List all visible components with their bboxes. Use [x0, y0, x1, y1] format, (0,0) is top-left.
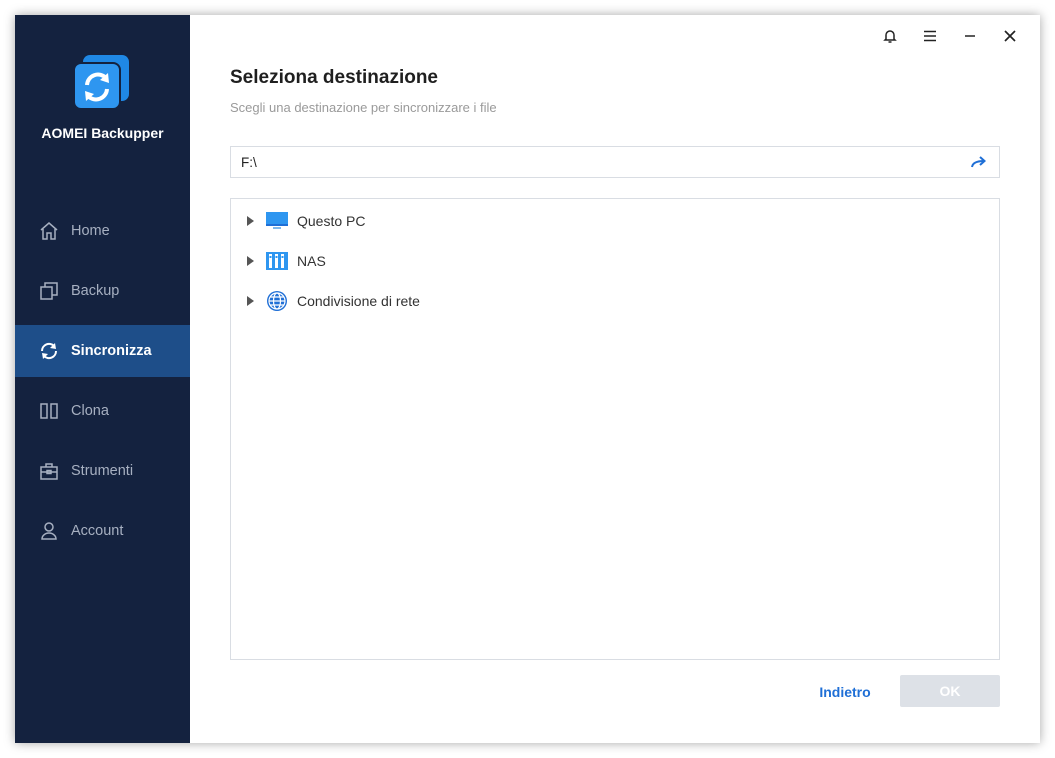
minimize-button[interactable] [952, 25, 988, 47]
back-button[interactable]: Indietro [800, 680, 890, 704]
tree-item-this-pc[interactable]: Questo PC [245, 209, 365, 233]
main-content: Seleziona destinazione Scegli una destin… [190, 15, 1040, 743]
tree-item-nas[interactable]: NAS [245, 249, 326, 273]
backup-icon [40, 282, 58, 300]
minimize-icon [965, 35, 975, 37]
clone-icon [40, 403, 58, 419]
expand-arrow-icon[interactable] [245, 296, 255, 306]
sidebar-item-label: Backup [71, 283, 120, 299]
sidebar-item-label: Account [71, 523, 124, 539]
path-value[interactable]: F:\ [241, 155, 959, 170]
bell-icon [883, 30, 897, 43]
sync-icon [40, 342, 58, 360]
app-logo-icon [73, 55, 129, 110]
tree-item-label: NAS [297, 253, 326, 269]
go-button[interactable] [959, 147, 999, 177]
home-icon [40, 222, 58, 240]
destination-path-input[interactable]: F:\ [230, 146, 1000, 178]
sidebar-item-label: Sincronizza [71, 343, 152, 359]
sidebar-item-label: Home [71, 223, 110, 239]
sidebar-item-tools[interactable]: Strumenti [15, 445, 190, 497]
sidebar-nav: Home Backup Sincronizza Clona Strumenti … [15, 205, 190, 565]
sidebar-item-label: Strumenti [71, 463, 134, 479]
sidebar-item-sync[interactable]: Sincronizza [15, 325, 190, 377]
tree-item-network-share[interactable]: Condivisione di rete [245, 289, 420, 313]
tools-icon [40, 463, 58, 480]
sidebar-item-home[interactable]: Home [15, 205, 190, 257]
title-bar-controls [872, 25, 1028, 47]
tree-item-label: Questo PC [297, 213, 366, 229]
menu-button[interactable] [912, 25, 948, 47]
close-icon [1004, 30, 1016, 42]
close-button[interactable] [992, 25, 1028, 47]
sidebar-item-label: Clona [71, 403, 109, 419]
sidebar-item-account[interactable]: Account [15, 505, 190, 557]
sidebar: AOMEI Backupper Home Backup Sincronizza … [15, 15, 190, 743]
sidebar-item-backup[interactable]: Backup [15, 265, 190, 317]
ok-button[interactable]: OK [900, 675, 1000, 707]
sidebar-item-clone[interactable]: Clona [15, 385, 190, 437]
tree-item-label: Condivisione di rete [297, 293, 420, 309]
app-window: AOMEI Backupper Home Backup Sincronizza … [15, 15, 1040, 743]
menu-icon [924, 30, 936, 42]
arrow-right-icon [971, 156, 987, 168]
page-subtitle: Scegli una destinazione per sincronizzar… [230, 100, 497, 115]
expand-arrow-icon[interactable] [245, 256, 255, 266]
network-share-icon [267, 291, 287, 311]
expand-arrow-icon[interactable] [245, 216, 255, 226]
page-title: Seleziona destinazione [230, 67, 438, 88]
monitor-icon [266, 212, 288, 229]
account-icon [41, 522, 57, 540]
nas-icon [266, 252, 288, 270]
app-name: AOMEI Backupper [41, 125, 164, 141]
notifications-button[interactable] [872, 25, 908, 47]
destination-tree: Questo PC NAS Condivisione di rete [230, 198, 1000, 660]
